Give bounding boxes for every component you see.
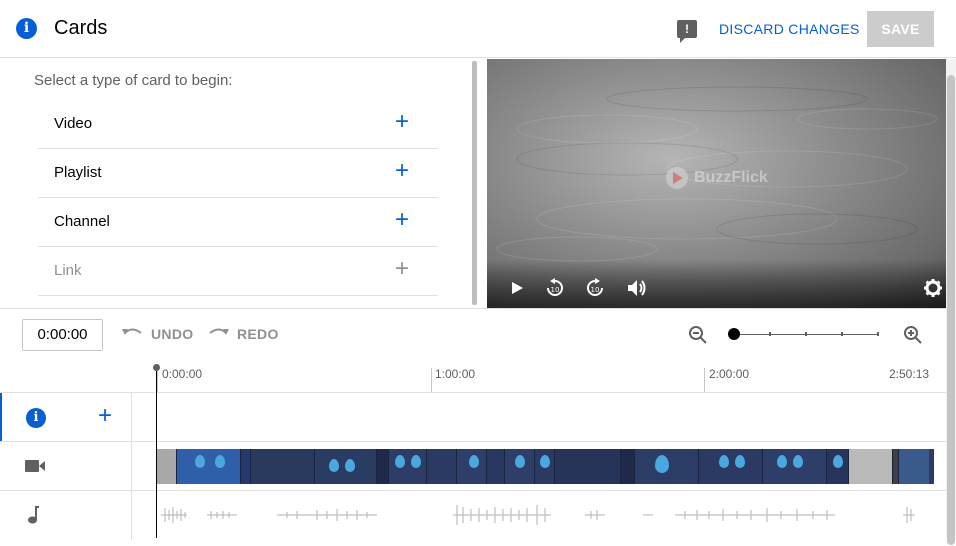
video-filmstrip[interactable] — [157, 449, 934, 484]
panel-scrollbar[interactable] — [472, 61, 477, 305]
timeline-toolbar: 0:00:00 UNDO REDO — [0, 308, 946, 358]
camera-icon — [25, 460, 45, 472]
settings-gear-icon[interactable] — [923, 278, 943, 298]
watermark-logo: BuzzFlick — [664, 164, 774, 192]
filmstrip-frame — [621, 449, 635, 484]
filmstrip-frame — [763, 449, 827, 484]
audio-waveform[interactable] — [157, 499, 934, 531]
filmstrip-frame — [377, 449, 389, 484]
ruler-end-label: 2:50:13 — [889, 367, 930, 381]
filmstrip-frame — [849, 449, 893, 484]
redo-button[interactable]: REDO — [237, 326, 279, 342]
ruler-label: 0:00:00 — [162, 367, 203, 381]
save-button[interactable]: SAVE — [867, 11, 934, 47]
playhead-handle[interactable] — [153, 364, 160, 371]
filmstrip-frame — [505, 449, 535, 484]
video-track-header — [0, 442, 132, 491]
filmstrip-frame — [241, 449, 251, 484]
watermark-text: BuzzFlick — [694, 169, 768, 186]
ruler-tick — [431, 368, 432, 392]
video-track — [0, 441, 946, 491]
filmstrip-frame — [177, 449, 241, 484]
add-icon[interactable]: + — [394, 208, 410, 232]
filmstrip-frame — [157, 449, 177, 484]
music-note-icon — [28, 506, 39, 524]
play-icon[interactable] — [510, 280, 524, 296]
redo-icon[interactable] — [207, 323, 231, 343]
filmstrip-frame — [535, 449, 555, 484]
zoom-tick — [877, 332, 879, 336]
card-type-video[interactable]: Video + — [38, 100, 438, 149]
page-scrollbar[interactable] — [946, 59, 956, 545]
card-type-label: Link — [54, 262, 82, 279]
add-icon: + — [394, 255, 409, 282]
zoom-tick — [805, 332, 807, 336]
page-title: Cards — [54, 17, 108, 39]
add-card-button[interactable]: + — [98, 403, 112, 429]
filmstrip-frame — [827, 449, 849, 484]
page-scrollbar-thumb[interactable] — [947, 75, 955, 545]
card-type-label: Channel — [54, 213, 110, 230]
filmstrip-frame — [635, 449, 699, 484]
info-icon: i — [26, 408, 46, 428]
card-type-label: Video — [54, 115, 93, 132]
filmstrip-frame — [699, 449, 763, 484]
feedback-icon[interactable]: ! — [677, 20, 697, 43]
volume-icon[interactable] — [626, 278, 648, 298]
video-preview[interactable]: BuzzFlick 10 10 — [487, 59, 946, 308]
card-type-list: Video + Playlist + Channel + Link + — [38, 100, 438, 296]
card-type-channel[interactable]: Channel + — [38, 198, 438, 247]
add-icon[interactable]: + — [394, 110, 410, 134]
zoom-tick — [769, 332, 771, 336]
card-type-panel: Select a type of card to begin: Video + … — [0, 59, 480, 308]
ruler-tick — [704, 368, 705, 392]
zoom-out-icon[interactable] — [688, 325, 708, 345]
current-time-field[interactable]: 0:00:00 — [22, 319, 103, 351]
filmstrip-frame — [899, 449, 929, 484]
card-type-link: Link + — [38, 247, 438, 296]
filmstrip-frame — [251, 449, 315, 484]
audio-track-header — [0, 491, 132, 540]
timeline-ruler[interactable]: 0:00:00 1:00:00 2:00:00 2:50:13 — [0, 358, 946, 392]
filmstrip-frame — [389, 449, 427, 484]
discard-changes-button[interactable]: DISCARD CHANGES — [719, 21, 860, 37]
forward-10-icon[interactable]: 10 — [584, 277, 606, 299]
ruler-label: 2:00:00 — [709, 367, 750, 381]
ruler-tick — [157, 368, 158, 392]
ruler-label: 1:00:00 — [435, 367, 476, 381]
undo-icon[interactable] — [120, 323, 144, 343]
filmstrip-frame — [555, 449, 621, 484]
zoom-in-icon[interactable] — [903, 325, 923, 345]
header: i Cards ! DISCARD CHANGES SAVE — [0, 0, 956, 58]
svg-text:10: 10 — [551, 286, 560, 294]
info-icon: i — [16, 18, 37, 39]
filmstrip-frame — [457, 449, 487, 484]
filmstrip-frame — [487, 449, 505, 484]
svg-text:10: 10 — [591, 286, 600, 294]
rewind-10-icon[interactable]: 10 — [544, 277, 566, 299]
cards-track: i + — [0, 392, 946, 442]
audio-track — [0, 490, 946, 540]
filmstrip-frame — [427, 449, 457, 484]
filmstrip-frame — [315, 449, 377, 484]
card-type-prompt: Select a type of card to begin: — [34, 72, 233, 89]
add-icon[interactable]: + — [394, 159, 410, 183]
cards-track-header: i + — [0, 393, 132, 442]
zoom-slider-handle[interactable] — [728, 328, 740, 340]
playhead[interactable] — [156, 366, 157, 538]
card-type-label: Playlist — [54, 164, 102, 181]
zoom-tick — [841, 332, 843, 336]
card-type-playlist[interactable]: Playlist + — [38, 149, 438, 198]
undo-button[interactable]: UNDO — [151, 326, 193, 342]
